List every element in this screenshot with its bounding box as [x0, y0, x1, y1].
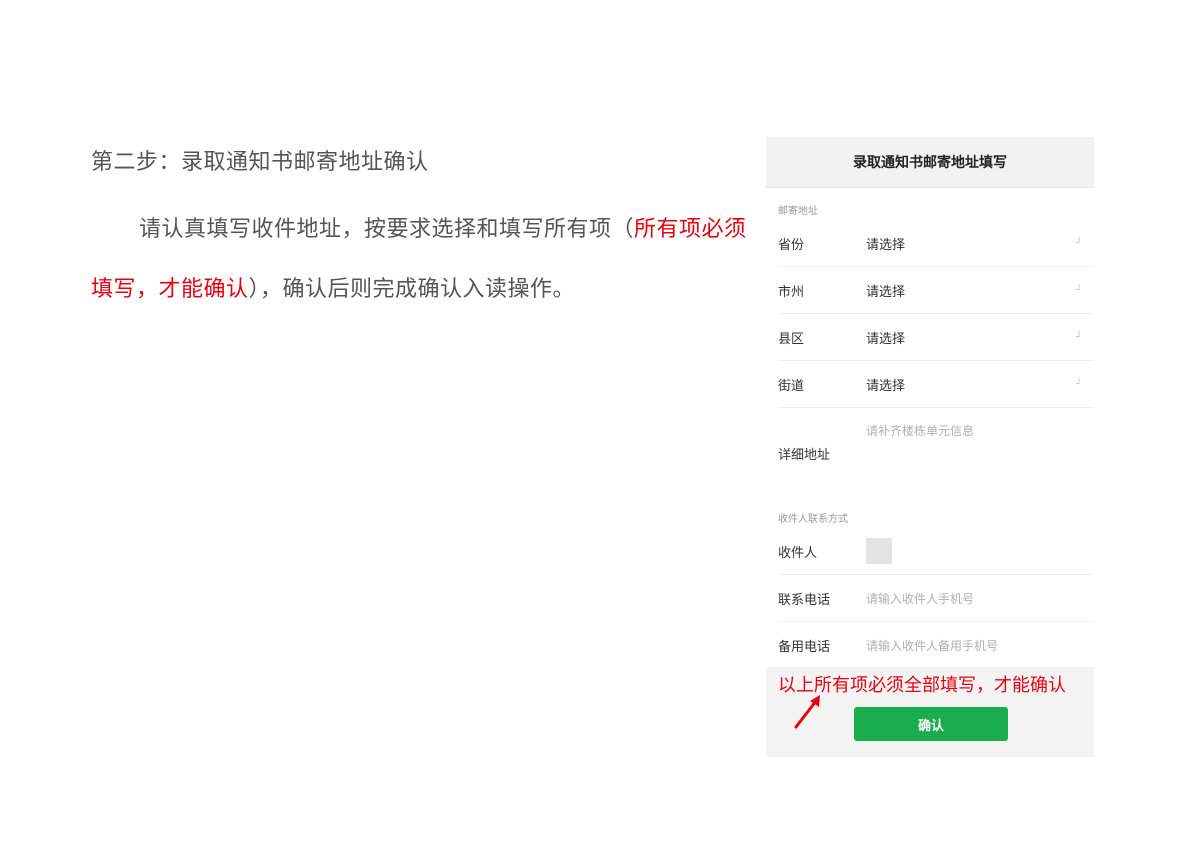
corner-arrow-icon: ┘ — [1075, 379, 1082, 390]
field-label: 街道 — [778, 378, 805, 394]
corner-arrow-icon: ┘ — [1075, 238, 1082, 249]
instruction-paragraph: 请认真填写收件地址，按要求选择和填写所有项（所有项必须填写，才能确认），确认后则… — [91, 200, 751, 320]
recipient-name-redacted — [866, 538, 892, 564]
field-label: 市州 — [778, 284, 805, 300]
recipient-label: 收件人 — [778, 545, 818, 561]
district-select[interactable]: 县区 请选择 ┘ — [778, 314, 1094, 361]
city-select[interactable]: 市州 请选择 ┘ — [778, 267, 1094, 314]
select-value: 请选择 — [866, 378, 906, 394]
bottom-bar: 以上所有项必须全部填写，才能确认 确认 — [766, 667, 1094, 757]
phone-header-title: 录取通知书邮寄地址填写 — [766, 137, 1094, 188]
section-label-address: 邮寄地址 — [778, 206, 818, 217]
select-value: 请选择 — [866, 284, 906, 300]
select-value: 请选择 — [866, 331, 906, 347]
field-label: 县区 — [778, 331, 805, 347]
section-label-contact: 收件人联系方式 — [778, 514, 848, 525]
street-select[interactable]: 街道 请选择 ┘ — [778, 361, 1094, 408]
instruction-text: 请认真填写收件地址，按要求选择和填写所有项（ — [139, 217, 635, 242]
confirm-button[interactable]: 确认 — [854, 707, 1008, 741]
detail-address-label: 详细地址 — [778, 448, 831, 463]
step-title: 第二步：录取通知书邮寄地址确认 — [91, 150, 429, 175]
recipient-field[interactable]: 收件人 — [778, 528, 1094, 575]
detail-address-field[interactable]: 详细地址 请补齐楼栋单元信息 — [778, 408, 1094, 496]
corner-arrow-icon: ┘ — [1075, 285, 1082, 296]
backup-phone-field[interactable]: 备用电话 请输入收件人备用手机号 — [778, 622, 1094, 668]
phone-placeholder: 请输入收件人手机号 — [866, 591, 975, 606]
instruction-text-end: ），确认后则完成确认入读操作。 — [248, 277, 576, 302]
detail-address-placeholder: 请补齐楼栋单元信息 — [866, 424, 975, 438]
corner-arrow-icon: ┘ — [1075, 332, 1082, 343]
phone-field[interactable]: 联系电话 请输入收件人手机号 — [778, 575, 1094, 622]
backup-phone-placeholder: 请输入收件人备用手机号 — [866, 638, 999, 653]
backup-phone-label: 备用电话 — [778, 639, 831, 655]
phone-screenshot: 录取通知书邮寄地址填写 邮寄地址 省份 请选择 ┘ 市州 请选择 ┘ 县区 请选… — [766, 137, 1094, 757]
red-arrow-icon — [794, 695, 820, 729]
province-select[interactable]: 省份 请选择 ┘ — [778, 220, 1094, 267]
select-value: 请选择 — [866, 237, 906, 253]
phone-label: 联系电话 — [778, 592, 831, 608]
field-label: 省份 — [778, 237, 805, 253]
